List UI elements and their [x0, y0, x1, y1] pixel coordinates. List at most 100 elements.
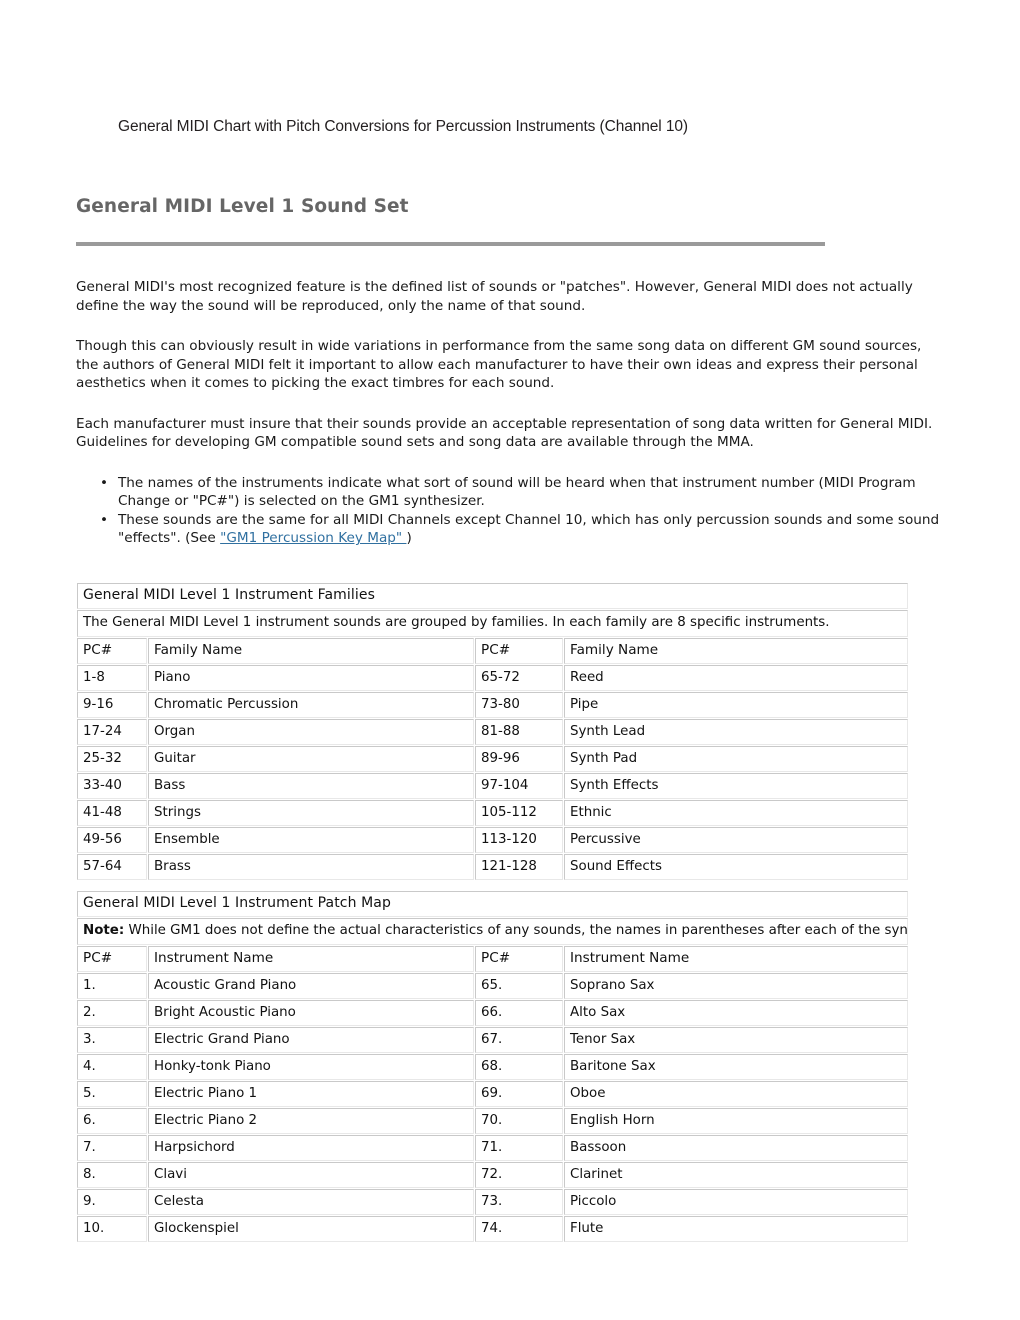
cell-family-left: Chromatic Percussion [148, 691, 474, 718]
page-title: General MIDI Level 1 Sound Set [76, 196, 409, 217]
table-caption-row: General MIDI Level 1 Instrument Patch Ma… [77, 890, 909, 917]
cell-pc-left: 17-24 [77, 718, 147, 745]
cell-family-left: Piano [148, 664, 474, 691]
bullet-icon: • [100, 474, 109, 491]
table-row: 25-32 Guitar 89-96 Synth Pad [77, 745, 908, 772]
cell-instrument-left: Glockenspiel [148, 1215, 474, 1242]
col-header-pc-right: PC# [475, 637, 563, 664]
cell-family-right: Percussive [564, 826, 908, 853]
table-row: 7. Harpsichord 71. Bassoon [77, 1134, 909, 1161]
cell-instrument-right: Clarinet [564, 1161, 909, 1188]
cell-pc-right: 68. [475, 1053, 563, 1080]
table-row: 1. Acoustic Grand Piano 65. Soprano Sax [77, 972, 909, 999]
instrument-families-table-wrap: General MIDI Level 1 Instrument Families… [76, 581, 909, 881]
cell-family-left: Bass [148, 772, 474, 799]
cell-family-right: Reed [564, 664, 908, 691]
table-row: 33-40 Bass 97-104 Synth Effects [77, 772, 908, 799]
table-row: 3. Electric Grand Piano 67. Tenor Sax [77, 1026, 909, 1053]
cell-pc-right: 105-112 [475, 799, 563, 826]
cell-instrument-left: Electric Piano 2 [148, 1107, 474, 1134]
instrument-families-table: General MIDI Level 1 Instrument Families… [76, 581, 909, 881]
cell-pc-right: 89-96 [475, 745, 563, 772]
cell-family-right: Ethnic [564, 799, 908, 826]
cell-pc-left: 9-16 [77, 691, 147, 718]
cell-pc-left: 7. [77, 1134, 147, 1161]
table-row: 41-48 Strings 105-112 Ethnic [77, 799, 908, 826]
cell-pc-right: 81-88 [475, 718, 563, 745]
table-row: 49-56 Ensemble 113-120 Percussive [77, 826, 908, 853]
gm1-percussion-key-map-link[interactable]: "GM1 Percussion Key Map" [220, 530, 406, 546]
table-row: 9-16 Chromatic Percussion 73-80 Pipe [77, 691, 908, 718]
table-row: 2. Bright Acoustic Piano 66. Alto Sax [77, 999, 909, 1026]
table-header-row: PC# Family Name PC# Family Name [77, 637, 908, 664]
table-caption-row: General MIDI Level 1 Instrument Families [77, 582, 908, 609]
paragraph-1: General MIDI's most recognized feature i… [76, 279, 913, 314]
cell-instrument-right: Piccolo [564, 1188, 909, 1215]
list-item-text: The names of the instruments indicate wh… [118, 474, 916, 510]
bullet-icon: • [100, 511, 109, 528]
running-header: General MIDI Chart with Pitch Conversion… [118, 118, 688, 135]
cell-instrument-left: Acoustic Grand Piano [148, 972, 474, 999]
cell-instrument-right: Flute [564, 1215, 909, 1242]
cell-pc-left: 3. [77, 1026, 147, 1053]
table-row: 4. Honky-tonk Piano 68. Baritone Sax [77, 1053, 909, 1080]
cell-instrument-right: Oboe [564, 1080, 909, 1107]
cell-pc-left: 25-32 [77, 745, 147, 772]
list-item-text-after: ) [406, 530, 412, 547]
cell-instrument-right: Soprano Sax [564, 972, 909, 999]
cell-pc-right: 73-80 [475, 691, 563, 718]
table-blurb-row: The General MIDI Level 1 instrument soun… [77, 609, 908, 637]
col-header-pc-left: PC# [77, 637, 147, 664]
cell-instrument-left: Honky-tonk Piano [148, 1053, 474, 1080]
cell-pc-right: 97-104 [475, 772, 563, 799]
cell-instrument-right: English Horn [564, 1107, 909, 1134]
cell-family-left: Ensemble [148, 826, 474, 853]
page-content: General MIDI Level 1 Sound Set General M… [76, 196, 944, 1243]
cell-pc-right: 74. [475, 1215, 563, 1242]
cell-pc-left: 6. [77, 1107, 147, 1134]
list-item: • These sounds are the same for all MIDI… [76, 511, 944, 548]
cell-instrument-left: Celesta [148, 1188, 474, 1215]
cell-pc-right: 67. [475, 1026, 563, 1053]
table-header-row: PC# Instrument Name PC# Instrument Name [77, 945, 909, 972]
cell-pc-left: 4. [77, 1053, 147, 1080]
cell-pc-left: 33-40 [77, 772, 147, 799]
cell-pc-right: 71. [475, 1134, 563, 1161]
note-text: While GM1 does not define the actual cha… [128, 922, 908, 938]
cell-pc-left: 49-56 [77, 826, 147, 853]
col-header-instrument-right: Instrument Name [564, 945, 909, 972]
col-header-family-left: Family Name [148, 637, 474, 664]
cell-family-right: Synth Effects [564, 772, 908, 799]
table-note-row: Note: While GM1 does not define the actu… [77, 917, 909, 945]
cell-instrument-left: Electric Piano 1 [148, 1080, 474, 1107]
cell-pc-right: 65. [475, 972, 563, 999]
table-row: 10. Glockenspiel 74. Flute [77, 1215, 909, 1242]
cell-pc-left: 41-48 [77, 799, 147, 826]
col-header-pc-right: PC# [475, 945, 563, 972]
cell-pc-left: 9. [77, 1188, 147, 1215]
note-label: Note: [83, 922, 125, 938]
cell-pc-left: 1. [77, 972, 147, 999]
cell-pc-right: 65-72 [475, 664, 563, 691]
table-row: 17-24 Organ 81-88 Synth Lead [77, 718, 908, 745]
families-table-blurb: The General MIDI Level 1 instrument soun… [77, 609, 908, 637]
cell-pc-right: 70. [475, 1107, 563, 1134]
cell-pc-left: 2. [77, 999, 147, 1026]
cell-family-left: Brass [148, 853, 474, 880]
cell-pc-right: 121-128 [475, 853, 563, 880]
instrument-patch-map-table: General MIDI Level 1 Instrument Patch Ma… [76, 889, 910, 1243]
cell-family-left: Organ [148, 718, 474, 745]
cell-pc-right: 73. [475, 1188, 563, 1215]
col-header-instrument-left: Instrument Name [148, 945, 474, 972]
cell-pc-left: 5. [77, 1080, 147, 1107]
cell-instrument-left: Harpsichord [148, 1134, 474, 1161]
cell-pc-right: 72. [475, 1161, 563, 1188]
cell-pc-left: 57-64 [77, 853, 147, 880]
cell-pc-right: 69. [475, 1080, 563, 1107]
table-row: 1-8 Piano 65-72 Reed [77, 664, 908, 691]
list-item: • The names of the instruments indicate … [76, 474, 944, 511]
cell-family-left: Strings [148, 799, 474, 826]
cell-instrument-left: Bright Acoustic Piano [148, 999, 474, 1026]
cell-family-right: Synth Lead [564, 718, 908, 745]
cell-family-right: Sound Effects [564, 853, 908, 880]
